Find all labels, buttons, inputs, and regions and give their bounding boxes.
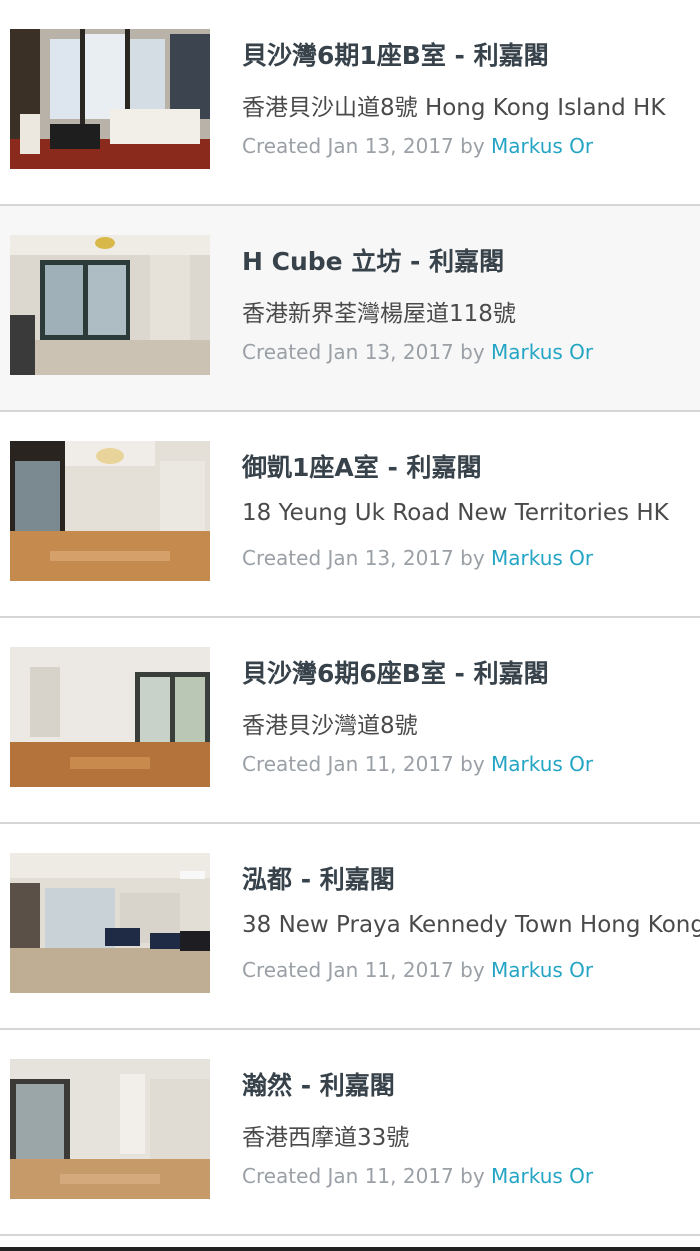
listing-address: 香港西摩道33號 xyxy=(242,1125,410,1151)
room-photo xyxy=(10,853,210,993)
created-date: Jan 11, 2017 xyxy=(327,1164,454,1188)
created-label: Created xyxy=(242,546,322,570)
author-link[interactable]: Markus Or xyxy=(491,340,593,364)
listing-address: 香港新界荃灣楊屋道118號 xyxy=(242,301,516,327)
listing-title[interactable]: 貝沙灣6期6座B室 - 利嘉閣 xyxy=(242,654,549,690)
listing-thumbnail[interactable] xyxy=(10,1059,210,1199)
listing-title[interactable]: H Cube 立坊 - 利嘉閣 xyxy=(242,242,504,278)
listing-meta: Created Jan 11, 2017 by Markus Or xyxy=(242,752,593,776)
author-link[interactable]: Markus Or xyxy=(491,1164,593,1188)
by-label: by xyxy=(460,546,485,570)
listing-title[interactable]: 瀚然 - 利嘉閣 xyxy=(242,1066,395,1102)
created-label: Created xyxy=(242,752,322,776)
listing-meta: Created Jan 11, 2017 by Markus Or xyxy=(242,1164,593,1188)
listing-address: 香港貝沙灣道8號 xyxy=(242,713,418,739)
by-label: by xyxy=(460,340,485,364)
listing-meta: Created Jan 13, 2017 by Markus Or xyxy=(242,340,593,364)
by-label: by xyxy=(460,1164,485,1188)
created-date: Jan 13, 2017 xyxy=(327,340,454,364)
listing-list: 貝沙灣6期1座B室 - 利嘉閣 香港貝沙山道8號 Hong Kong Islan… xyxy=(0,0,700,1251)
listing-thumbnail[interactable] xyxy=(10,853,210,993)
by-label: by xyxy=(460,752,485,776)
listing-title[interactable]: 泓都 - 利嘉閣 xyxy=(242,860,395,896)
listing-thumbnail[interactable] xyxy=(10,235,210,375)
author-link[interactable]: Markus Or xyxy=(491,134,593,158)
created-date: Jan 13, 2017 xyxy=(327,134,454,158)
listing-meta: Created Jan 11, 2017 by Markus Or xyxy=(242,958,593,982)
by-label: by xyxy=(460,134,485,158)
bottom-divider xyxy=(0,1247,700,1251)
listing-address: 香港貝沙山道8號 Hong Kong Island HK xyxy=(242,95,666,121)
listing-meta: Created Jan 13, 2017 by Markus Or xyxy=(242,546,593,570)
author-link[interactable]: Markus Or xyxy=(491,546,593,570)
room-photo xyxy=(10,647,210,787)
listing-address: 38 New Praya Kennedy Town Hong Kong xyxy=(242,912,700,938)
created-date: Jan 11, 2017 xyxy=(327,958,454,982)
author-link[interactable]: Markus Or xyxy=(491,752,593,776)
created-label: Created xyxy=(242,134,322,158)
list-item[interactable]: 瀚然 - 利嘉閣 香港西摩道33號 Created Jan 11, 2017 b… xyxy=(0,1030,700,1236)
listing-thumbnail[interactable] xyxy=(10,441,210,581)
author-link[interactable]: Markus Or xyxy=(491,958,593,982)
room-photo xyxy=(10,1059,210,1199)
list-item[interactable]: 泓都 - 利嘉閣 38 New Praya Kennedy Town Hong … xyxy=(0,824,700,1030)
list-item[interactable]: 貝沙灣6期6座B室 - 利嘉閣 香港貝沙灣道8號 Created Jan 11,… xyxy=(0,618,700,824)
room-photo xyxy=(10,235,210,375)
listing-address: 18 Yeung Uk Road New Territories HK xyxy=(242,500,669,526)
listing-title[interactable]: 貝沙灣6期1座B室 - 利嘉閣 xyxy=(242,36,549,72)
listing-title[interactable]: 御凱1座A室 - 利嘉閣 xyxy=(242,448,482,484)
listing-meta: Created Jan 13, 2017 by Markus Or xyxy=(242,134,593,158)
created-date: Jan 13, 2017 xyxy=(327,546,454,570)
room-photo xyxy=(10,441,210,581)
list-item[interactable]: 御凱1座A室 - 利嘉閣 18 Yeung Uk Road New Territ… xyxy=(0,412,700,618)
listing-thumbnail[interactable] xyxy=(10,29,210,169)
list-item[interactable]: 貝沙灣6期1座B室 - 利嘉閣 香港貝沙山道8號 Hong Kong Islan… xyxy=(0,0,700,206)
by-label: by xyxy=(460,958,485,982)
listing-thumbnail[interactable] xyxy=(10,647,210,787)
created-date: Jan 11, 2017 xyxy=(327,752,454,776)
created-label: Created xyxy=(242,1164,322,1188)
living-room-photo xyxy=(10,29,210,169)
created-label: Created xyxy=(242,958,322,982)
list-item[interactable]: H Cube 立坊 - 利嘉閣 香港新界荃灣楊屋道118號 Created Ja… xyxy=(0,206,700,412)
created-label: Created xyxy=(242,340,322,364)
